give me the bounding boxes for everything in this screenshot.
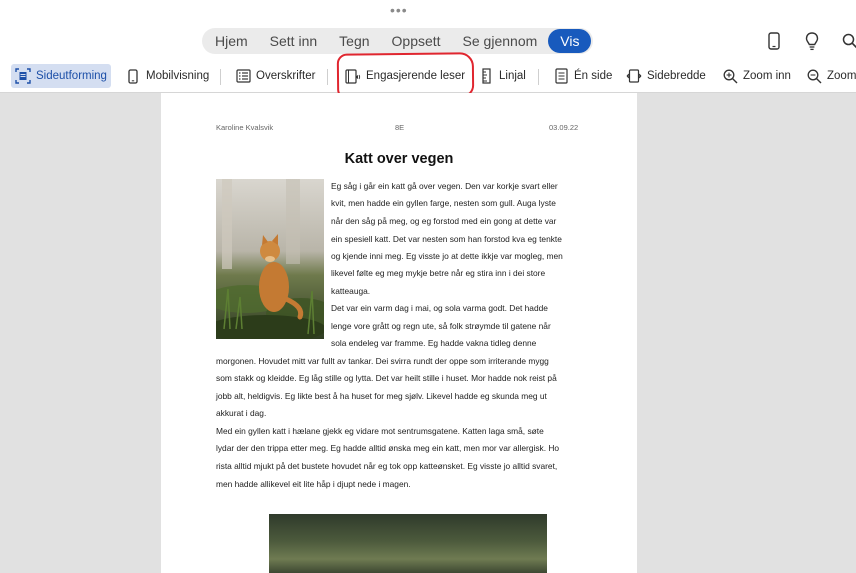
zoom-inn-button[interactable]: Zoom inn <box>722 64 791 88</box>
lightbulb-icon[interactable] <box>802 30 822 52</box>
text-line: rista alltid mjukt på det bustete hovude… <box>216 461 558 471</box>
text-line: Eg såg i går ein katt gå over vegen. Den… <box>331 181 558 191</box>
sideutforming-label: Sideutforming <box>36 70 107 82</box>
tab-hjem[interactable]: Hjem <box>204 29 259 53</box>
text-line: sola endeleg var framme. Eg hadde vakna … <box>331 338 537 348</box>
mobilvisning-button[interactable]: Mobilvisning <box>125 64 209 88</box>
text-line: Det var ein varm dag i mai, og sola varm… <box>331 303 548 313</box>
text-line: kvit, men hadde ein gyllen farge, nesten… <box>331 198 556 208</box>
ribbon-divider <box>327 69 328 85</box>
ribbon: Sideutforming Mobilvisning Overskrifter … <box>0 60 856 90</box>
zoom-inn-label: Zoom inn <box>743 70 791 82</box>
tab-sett-inn[interactable]: Sett inn <box>259 29 328 53</box>
text-line: katteauga. <box>331 286 371 296</box>
mobile-view-icon <box>125 68 141 84</box>
document-page[interactable]: Karoline Kvalsvik 8E 03.09.22 Katt over … <box>161 93 637 573</box>
page-width-icon <box>626 68 642 84</box>
text-line: ein spesiell katt. Det var nesten som ha… <box>331 234 562 244</box>
cat-photo[interactable] <box>216 179 324 339</box>
text-line: når den såg på meg, og eg forstod med ei… <box>331 216 557 226</box>
text-line: som stakk og kleidde. Eg låg stille og l… <box>216 373 557 383</box>
header-class: 8E <box>395 123 405 132</box>
tab-se-gjennom[interactable]: Se gjennom <box>452 29 549 53</box>
text-line: lenge vore grått og regn ute, så folk st… <box>331 321 551 331</box>
text-line: likevel følte eg meg mykje betre når eg … <box>331 268 546 278</box>
text-line: og kjende inni meg. Eg visste jo at dett… <box>331 251 563 261</box>
zoom-ut-button[interactable]: Zoom <box>806 64 856 88</box>
tab-vis[interactable]: Vis <box>548 29 592 53</box>
ribbon-divider <box>538 69 539 85</box>
tablet-icon[interactable] <box>764 30 784 52</box>
top-bar: ••• Hjem Sett inn Tegn Oppsett Se gjenno… <box>0 0 856 93</box>
multitasking-dots-icon[interactable]: ••• <box>390 3 408 17</box>
right-toolbar <box>764 30 856 52</box>
tab-bar: Hjem Sett inn Tegn Oppsett Se gjennom Vi… <box>202 28 594 54</box>
en-side-button[interactable]: Én side <box>553 64 612 88</box>
second-photo[interactable] <box>269 514 547 573</box>
zoom-out-icon <box>806 68 822 84</box>
text-line: akkurat i dag. <box>216 408 267 418</box>
text-line: morgonen. Hovudet mitt var fullt av tank… <box>216 356 549 366</box>
header-author: Karoline Kvalsvik <box>216 123 274 132</box>
engasjerende-leser-button[interactable]: Engasjerende leser <box>345 64 465 88</box>
sideutforming-button[interactable]: Sideutforming <box>11 64 111 88</box>
sidebredde-button[interactable]: Sidebredde <box>626 64 706 88</box>
text-line: lydar der den trippa etter meg. Eg hadde… <box>216 443 560 453</box>
header-date: 03.09.22 <box>549 123 579 132</box>
one-page-icon <box>553 68 569 84</box>
tab-tegn[interactable]: Tegn <box>328 29 380 53</box>
en-side-label: Én side <box>574 70 613 82</box>
text-line: jobb alt, heldigvis. Eg likte best å ha … <box>216 391 547 401</box>
ruler-icon <box>478 68 494 84</box>
overskrifter-button[interactable]: Overskrifter <box>235 64 315 88</box>
linjal-label: Linjal <box>499 70 526 82</box>
overskrifter-label: Overskrifter <box>256 70 316 82</box>
text-line: men hadde allikevel eit lite håp i djupt… <box>216 479 411 489</box>
zoom-ut-label: Zoom <box>827 70 856 82</box>
mobilvisning-label: Mobilvisning <box>146 70 210 82</box>
engasjerende-leser-label: Engasjerende leser <box>366 70 466 82</box>
text-line: Med ein gyllen katt i hælane gjekk eg vi… <box>216 426 544 436</box>
sidebredde-label: Sidebredde <box>647 70 706 82</box>
immersive-reader-icon <box>345 68 361 84</box>
page-layout-icon <box>15 68 31 84</box>
tab-oppsett[interactable]: Oppsett <box>381 29 452 53</box>
zoom-in-icon <box>722 68 738 84</box>
linjal-button[interactable]: Linjal <box>478 64 526 88</box>
ribbon-divider <box>220 69 221 85</box>
document-title: Katt over vegen <box>344 151 454 167</box>
search-icon[interactable] <box>840 30 856 52</box>
headings-icon <box>235 68 251 84</box>
